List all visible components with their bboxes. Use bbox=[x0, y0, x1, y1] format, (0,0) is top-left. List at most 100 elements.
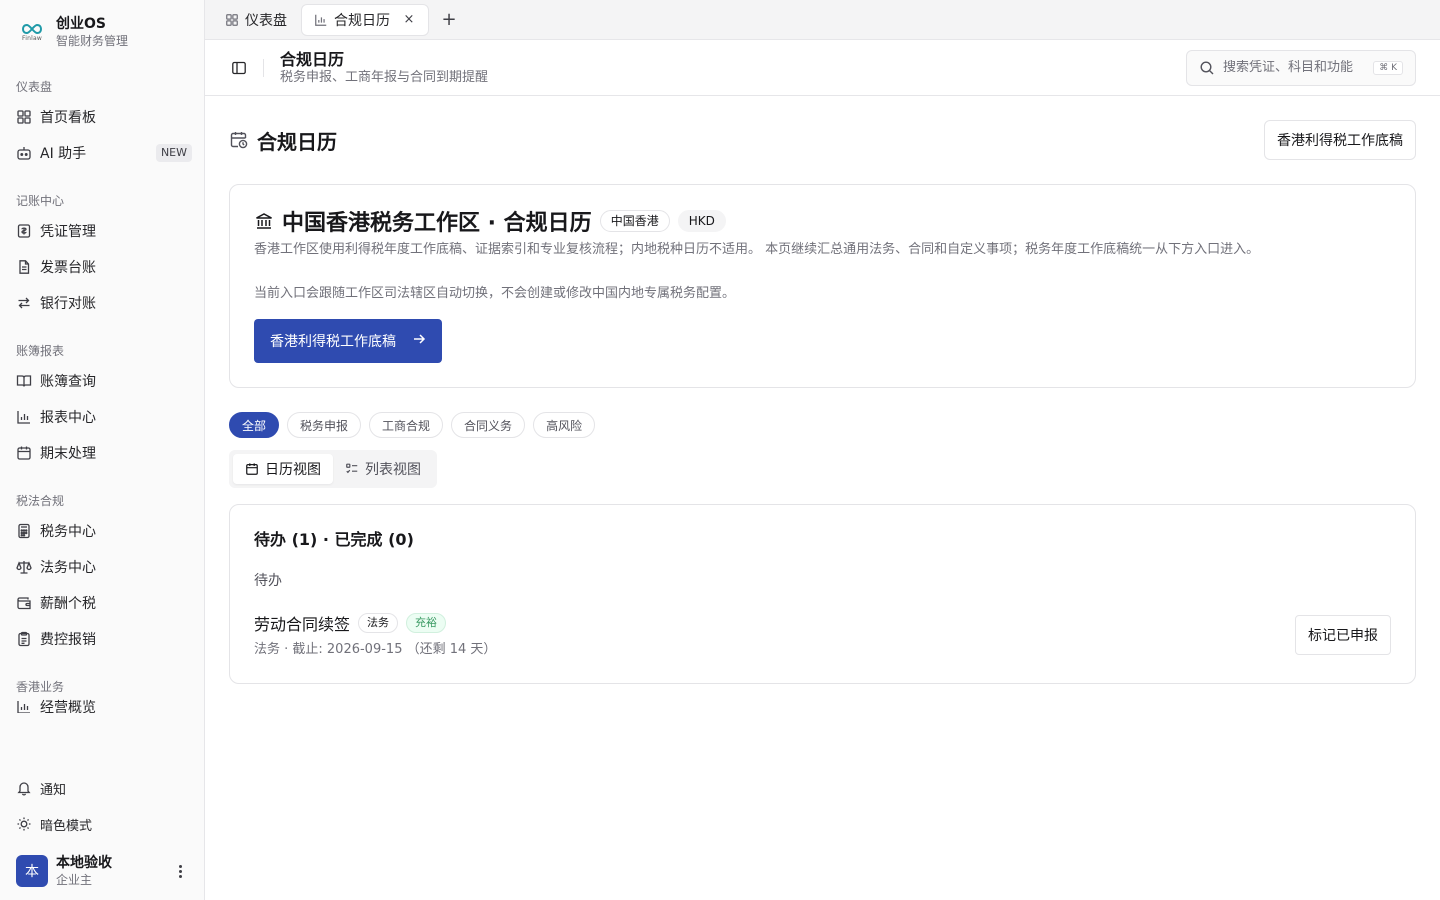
nav-group-label: 记账中心 bbox=[16, 194, 65, 208]
tab-dashboard[interactable]: 仪表盘 bbox=[213, 4, 299, 36]
sidebar-item-dashboard[interactable]: 首页看板 bbox=[0, 99, 204, 135]
dark-mode-label: 暗色模式 bbox=[40, 818, 93, 834]
view-toggle: 日历视图 列表视图 bbox=[229, 450, 437, 488]
brand[interactable]: Finlaw 创业OS 智能财务管理 bbox=[0, 0, 204, 64]
sidebar-item-label: 税务中心 bbox=[40, 524, 96, 540]
wallet-icon bbox=[16, 595, 32, 611]
sidebar-item-label: 发票台账 bbox=[40, 260, 96, 276]
dark-mode-toggle[interactable]: 暗色模式 bbox=[0, 806, 204, 842]
sidebar-item-label: 银行对账 bbox=[40, 296, 96, 312]
sidebar-item-reports[interactable]: 报表中心 bbox=[0, 399, 204, 435]
infinity-logo-icon bbox=[22, 23, 42, 34]
page-title: 合规日历 bbox=[257, 129, 337, 154]
search-box[interactable]: ⌘ K bbox=[1186, 49, 1416, 86]
tab-label: 合规日历 bbox=[334, 12, 390, 29]
bar-chart-icon bbox=[314, 13, 328, 27]
arrow-right-icon bbox=[412, 332, 426, 350]
file-text-icon bbox=[16, 259, 32, 275]
user-profile[interactable]: 本 本地验收 企业主 bbox=[0, 842, 204, 900]
main-area: 仪表盘 合规日历 × + 合规日历 税务申报、工商年报与合同到期提醒 搜索凭证、… bbox=[205, 0, 1440, 900]
page-title-row: 合规日历 香港利得税工作底稿 bbox=[229, 120, 1416, 160]
pending-section-label: 待办 bbox=[254, 573, 282, 589]
hk-card-header: 中国香港税务工作区 · 合规日历 中国香港 HKD bbox=[254, 205, 1391, 237]
sun-icon bbox=[16, 816, 32, 832]
hk-workpaper-primary-button[interactable]: 香港利得税工作底稿 bbox=[254, 319, 442, 363]
header-title: 合规日历 bbox=[280, 49, 345, 69]
sidebar-item-label: 费控报销 bbox=[40, 632, 96, 648]
user-name: 本地验收 bbox=[56, 855, 112, 871]
notifications-button[interactable]: 通知 bbox=[0, 770, 204, 806]
page-content: 合规日历 香港利得税工作底稿 中国香港税务工作区 · 合规日历 中国香港 HKD… bbox=[205, 96, 1440, 684]
avatar: 本 bbox=[16, 855, 48, 887]
calendar-view-label: 日历视图 bbox=[265, 462, 321, 478]
urgency-tag: 充裕 bbox=[406, 613, 447, 633]
filter-chip-contract-obligation[interactable]: 合同义务 bbox=[451, 412, 526, 438]
hk-card-description: 香港工作区使用利得税年度工作底稿、证据索引和专业复核流程；内地税种日历不适用。 … bbox=[254, 242, 1260, 257]
page-header: 合规日历 税务申报、工商年报与合同到期提醒 ⌘ K bbox=[205, 40, 1440, 96]
close-icon[interactable]: × bbox=[402, 12, 416, 27]
hk-workpaper-button-label: 香港利得税工作底稿 bbox=[270, 334, 396, 350]
book-open-icon bbox=[16, 373, 32, 389]
search-icon bbox=[1199, 60, 1215, 76]
sidebar-item-ai-assistant[interactable]: AI 助手 NEW bbox=[0, 135, 204, 171]
list-view-button[interactable]: 列表视图 bbox=[333, 454, 433, 484]
sidebar-item-legal-center[interactable]: 法务中心 bbox=[0, 549, 204, 585]
sidebar-item-vouchers[interactable]: 凭证管理 bbox=[0, 213, 204, 249]
bar-chart-icon bbox=[16, 699, 32, 713]
sidebar-item-label: 首页看板 bbox=[40, 110, 96, 126]
nav-group-label: 仪表盘 bbox=[16, 80, 53, 94]
grid-icon bbox=[225, 13, 239, 27]
header-subtitle: 税务申报、工商年报与合同到期提醒 bbox=[280, 69, 489, 85]
clipboard-icon bbox=[16, 631, 32, 647]
sidebar-item-hk-overview[interactable]: 经营概览 bbox=[0, 699, 204, 713]
filter-chip-business-compliance[interactable]: 工商合规 bbox=[369, 412, 444, 438]
brand-logo: Finlaw bbox=[16, 16, 48, 48]
tab-bar: 仪表盘 合规日历 × + bbox=[205, 0, 1440, 40]
bar-chart-icon bbox=[16, 409, 32, 425]
sidebar-item-bank-reconciliation[interactable]: 银行对账 bbox=[0, 285, 204, 321]
jurisdiction-badge: 中国香港 bbox=[599, 210, 670, 232]
grid-icon bbox=[16, 109, 32, 125]
sidebar-item-period-end[interactable]: 期末处理 bbox=[0, 435, 204, 471]
filter-chip-tax-filing[interactable]: 税务申报 bbox=[287, 412, 362, 438]
obligations-card: 待办 (1) · 已完成 (0) 待办 劳动合同续签 法务 充裕 法务 · 截止… bbox=[229, 504, 1416, 684]
hk-card-title: 中国香港税务工作区 · 合规日历 bbox=[282, 211, 592, 236]
obligations-heading: 待办 (1) · 已完成 (0) bbox=[254, 530, 414, 549]
brand-logo-text: Finlaw bbox=[22, 34, 42, 42]
mark-filed-button[interactable]: 标记已申报 bbox=[1295, 615, 1391, 655]
sidebar-item-label: AI 助手 bbox=[40, 146, 87, 162]
calendar-icon bbox=[16, 445, 32, 461]
tab-compliance-calendar[interactable]: 合规日历 × bbox=[301, 3, 429, 36]
arrows-swap-icon bbox=[16, 295, 32, 311]
sidebar-item-label: 账簿查询 bbox=[40, 374, 96, 390]
nav-group-label: 香港业务 bbox=[16, 680, 65, 694]
sidebar-item-label: 经营概览 bbox=[40, 700, 96, 713]
sidebar-item-ledger[interactable]: 账簿查询 bbox=[0, 363, 204, 399]
sidebar-item-tax-center[interactable]: 税务中心 bbox=[0, 513, 204, 549]
sidebar-nav[interactable]: 仪表盘 首页看板 AI 助手 NEW 记账中心 凭证管理 发票台账 银行对账 账… bbox=[0, 64, 204, 760]
search-input[interactable] bbox=[1223, 60, 1368, 75]
add-tab-button[interactable]: + bbox=[435, 6, 463, 34]
brand-subtitle: 智能财务管理 bbox=[56, 34, 129, 48]
nav-group-label: 税法合规 bbox=[16, 494, 65, 508]
bot-icon bbox=[16, 145, 32, 161]
list-view-label: 列表视图 bbox=[365, 462, 421, 478]
sidebar-item-payroll[interactable]: 薪酬个税 bbox=[0, 585, 204, 621]
more-vertical-icon[interactable] bbox=[172, 859, 188, 883]
filter-chip-high-risk[interactable]: 高风险 bbox=[533, 412, 596, 438]
calendar-icon bbox=[245, 462, 259, 476]
search-shortcut: ⌘ K bbox=[1373, 60, 1403, 75]
list-checks-icon bbox=[345, 462, 359, 476]
hk-profits-tax-workpaper-button[interactable]: 香港利得税工作底稿 bbox=[1264, 120, 1416, 160]
sidebar-item-expenses[interactable]: 费控报销 bbox=[0, 621, 204, 657]
sidebar-item-invoices[interactable]: 发票台账 bbox=[0, 249, 204, 285]
sidebar: Finlaw 创业OS 智能财务管理 仪表盘 首页看板 AI 助手 NEW 记账… bbox=[0, 0, 205, 900]
calendar-view-button[interactable]: 日历视图 bbox=[233, 454, 333, 484]
notifications-label: 通知 bbox=[40, 782, 67, 798]
task-meta: 法务 · 截止: 2026-09-15 （还剩 14 天） bbox=[254, 642, 497, 657]
calculator-icon bbox=[16, 523, 32, 539]
header-divider bbox=[263, 58, 264, 77]
landmark-icon bbox=[254, 211, 274, 231]
sidebar-toggle-icon[interactable] bbox=[229, 58, 249, 78]
filter-chip-all[interactable]: 全部 bbox=[229, 412, 280, 438]
